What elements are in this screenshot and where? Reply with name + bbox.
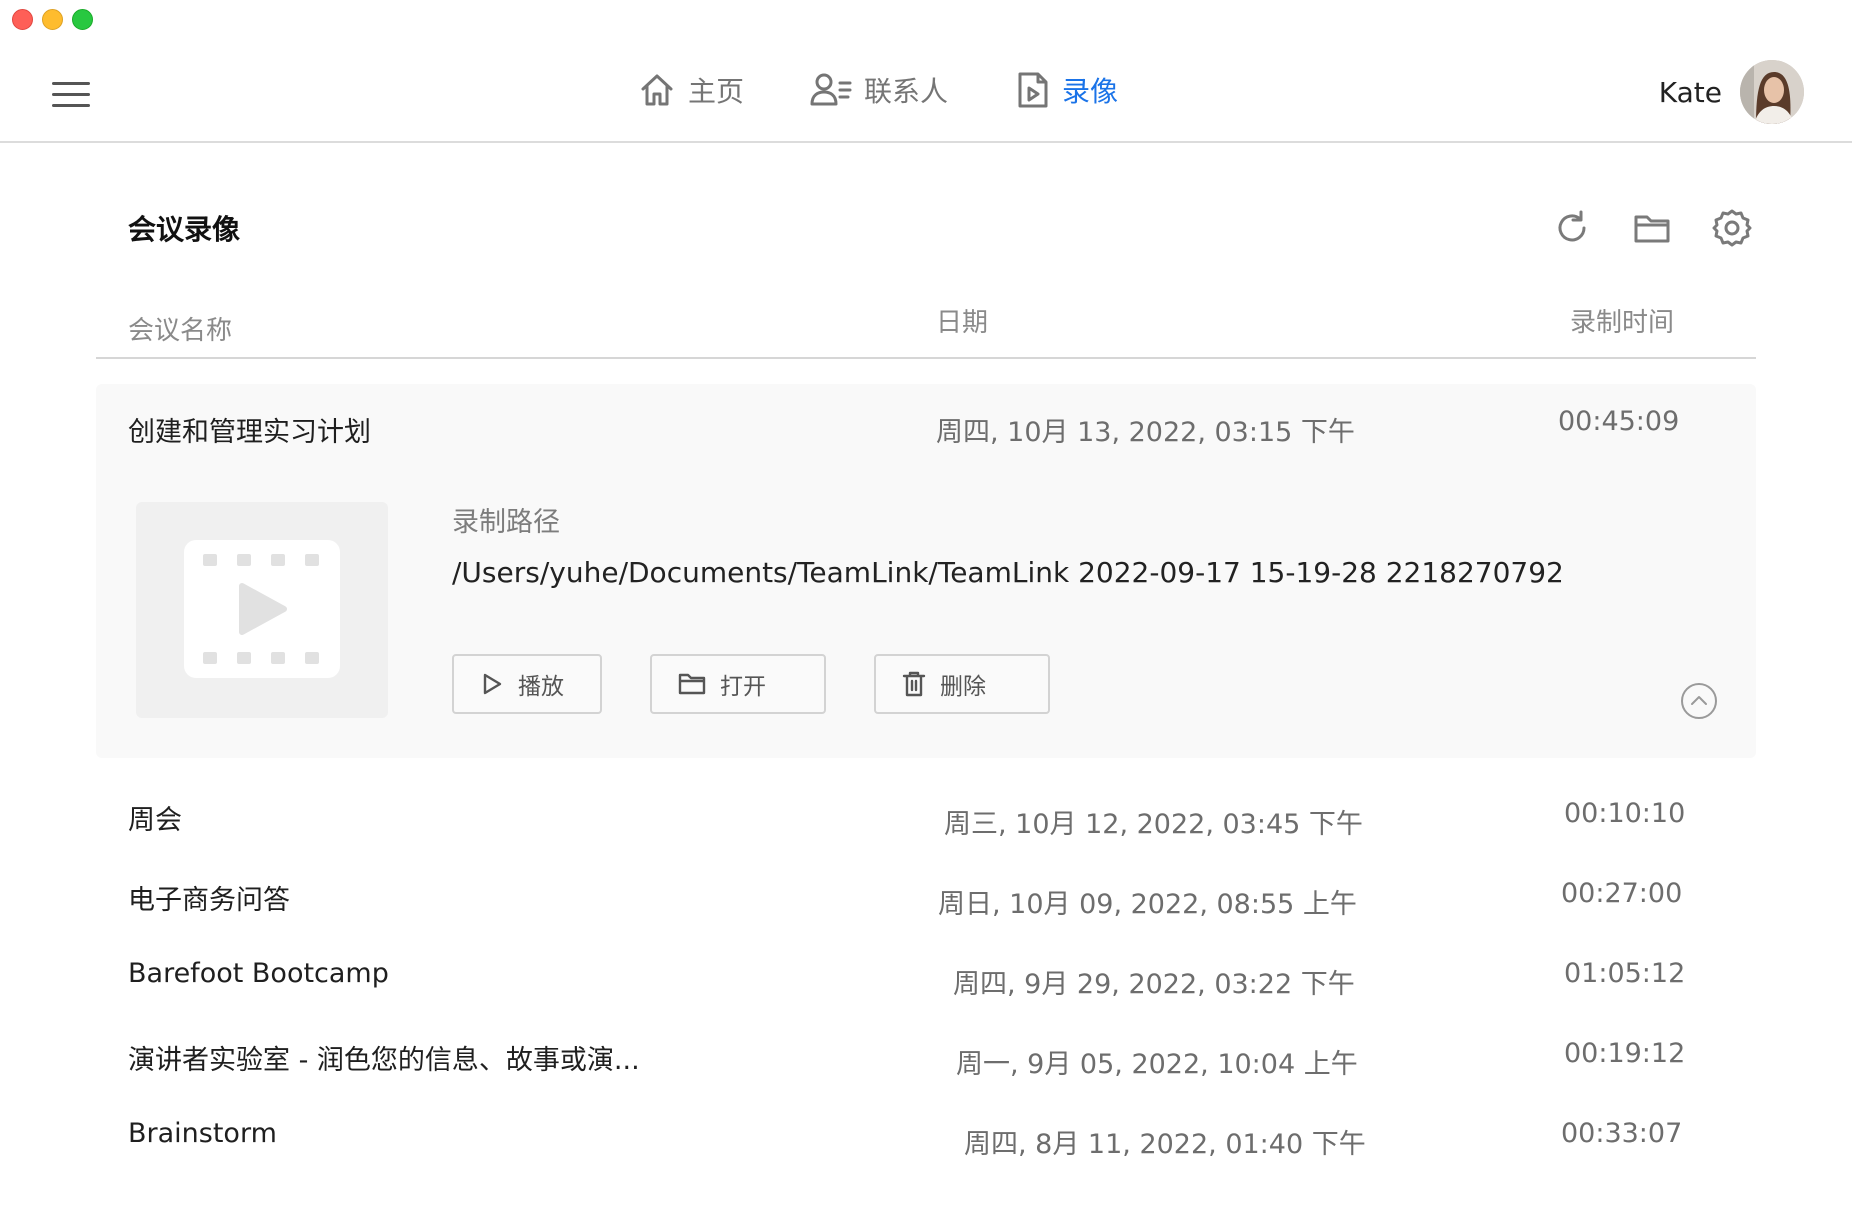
trash-icon <box>902 671 926 697</box>
recording-duration: 00:33:07 <box>1561 1118 1683 1149</box>
nav-tab-recordings[interactable]: 录像 <box>1016 66 1118 114</box>
column-header-date[interactable]: 日期 <box>936 302 988 339</box>
recording-name: 演讲者实验室 - 润色您的信息、故事或演... <box>128 1045 640 1076</box>
play-button[interactable]: 播放 <box>452 654 602 714</box>
hamburger-menu-icon[interactable] <box>52 80 90 108</box>
recording-date: 周三, 10月 12, 2022, 03:45 下午 <box>944 809 1363 840</box>
recording-name: Barefoot Bootcamp <box>128 958 389 989</box>
refresh-icon[interactable] <box>1552 208 1592 248</box>
nav-tab-contacts-label: 联系人 <box>864 75 949 108</box>
recording-date: 周四, 9月 29, 2022, 03:22 下午 <box>953 969 1355 1000</box>
recording-date: 周四, 8月 11, 2022, 01:40 下午 <box>964 1129 1366 1160</box>
page-title: 会议录像 <box>128 213 241 246</box>
avatar <box>1740 60 1804 124</box>
recording-duration: 01:05:12 <box>1564 958 1686 989</box>
recording-duration: 00:27:00 <box>1561 878 1683 909</box>
column-header-name[interactable]: 会议名称 <box>128 310 232 347</box>
settings-icon[interactable] <box>1712 208 1752 248</box>
recording-name: 创建和管理实习计划 <box>128 417 371 448</box>
column-header-duration[interactable]: 录制时间 <box>1570 302 1674 339</box>
top-navigation-bar: 主页 联系人 录像 Kate <box>0 0 1852 143</box>
recording-duration: 00:19:12 <box>1564 1038 1686 1069</box>
recording-name: 电子商务问答 <box>128 885 290 916</box>
recording-path-value: /Users/yuhe/Documents/TeamLink/TeamLink … <box>452 556 1564 589</box>
play-icon <box>483 673 502 695</box>
header-divider <box>96 357 1756 359</box>
collapse-chevron-up-icon[interactable] <box>1680 682 1718 720</box>
user-name: Kate <box>1658 75 1722 109</box>
table-row[interactable]: 周会 周三, 10月 12, 2022, 03:45 下午 00:10:10 <box>96 790 1756 870</box>
recording-date: 周四, 10月 13, 2022, 03:15 下午 <box>936 417 1355 448</box>
folder-icon[interactable] <box>1632 208 1672 248</box>
user-profile[interactable]: Kate <box>1659 60 1804 124</box>
recording-duration: 00:45:09 <box>1558 406 1680 437</box>
video-thumbnail[interactable] <box>136 502 388 718</box>
contacts-icon <box>810 73 852 106</box>
delete-button-label: 删除 <box>940 674 986 700</box>
table-row[interactable]: 演讲者实验室 - 润色您的信息、故事或演... 周一, 9月 05, 2022,… <box>96 1030 1756 1110</box>
open-folder-button-label: 打开 <box>720 674 766 700</box>
recording-duration: 00:10:10 <box>1564 798 1686 829</box>
open-folder-button[interactable]: 打开 <box>650 654 826 714</box>
recording-name: Brainstorm <box>128 1118 277 1149</box>
recording-path-label: 录制路径 <box>452 507 560 538</box>
recording-name: 周会 <box>128 805 182 836</box>
recording-date: 周日, 10月 09, 2022, 08:55 上午 <box>938 889 1357 920</box>
play-button-label: 播放 <box>518 674 564 700</box>
folder-icon <box>678 673 706 695</box>
video-placeholder-icon <box>184 540 340 678</box>
table-row[interactable]: Barefoot Bootcamp 周四, 9月 29, 2022, 03:22… <box>96 950 1756 1030</box>
recording-file-icon <box>1018 72 1048 108</box>
table-row[interactable]: 电子商务问答 周日, 10月 09, 2022, 08:55 上午 00:27:… <box>96 870 1756 950</box>
nav-tab-contacts[interactable]: 联系人 <box>810 66 948 114</box>
recording-date: 周一, 9月 05, 2022, 10:04 上午 <box>956 1049 1358 1080</box>
delete-button[interactable]: 删除 <box>874 654 1050 714</box>
nav-tab-home-label: 主页 <box>688 75 745 108</box>
expanded-recording-row[interactable]: 创建和管理实习计划 周四, 10月 13, 2022, 03:15 下午 00:… <box>96 384 1756 758</box>
table-row[interactable]: Brainstorm 周四, 8月 11, 2022, 01:40 下午 00:… <box>96 1110 1756 1190</box>
home-icon <box>641 74 673 106</box>
nav-tab-home[interactable]: 主页 <box>638 66 744 114</box>
nav-tab-recordings-label: 录像 <box>1062 75 1119 108</box>
